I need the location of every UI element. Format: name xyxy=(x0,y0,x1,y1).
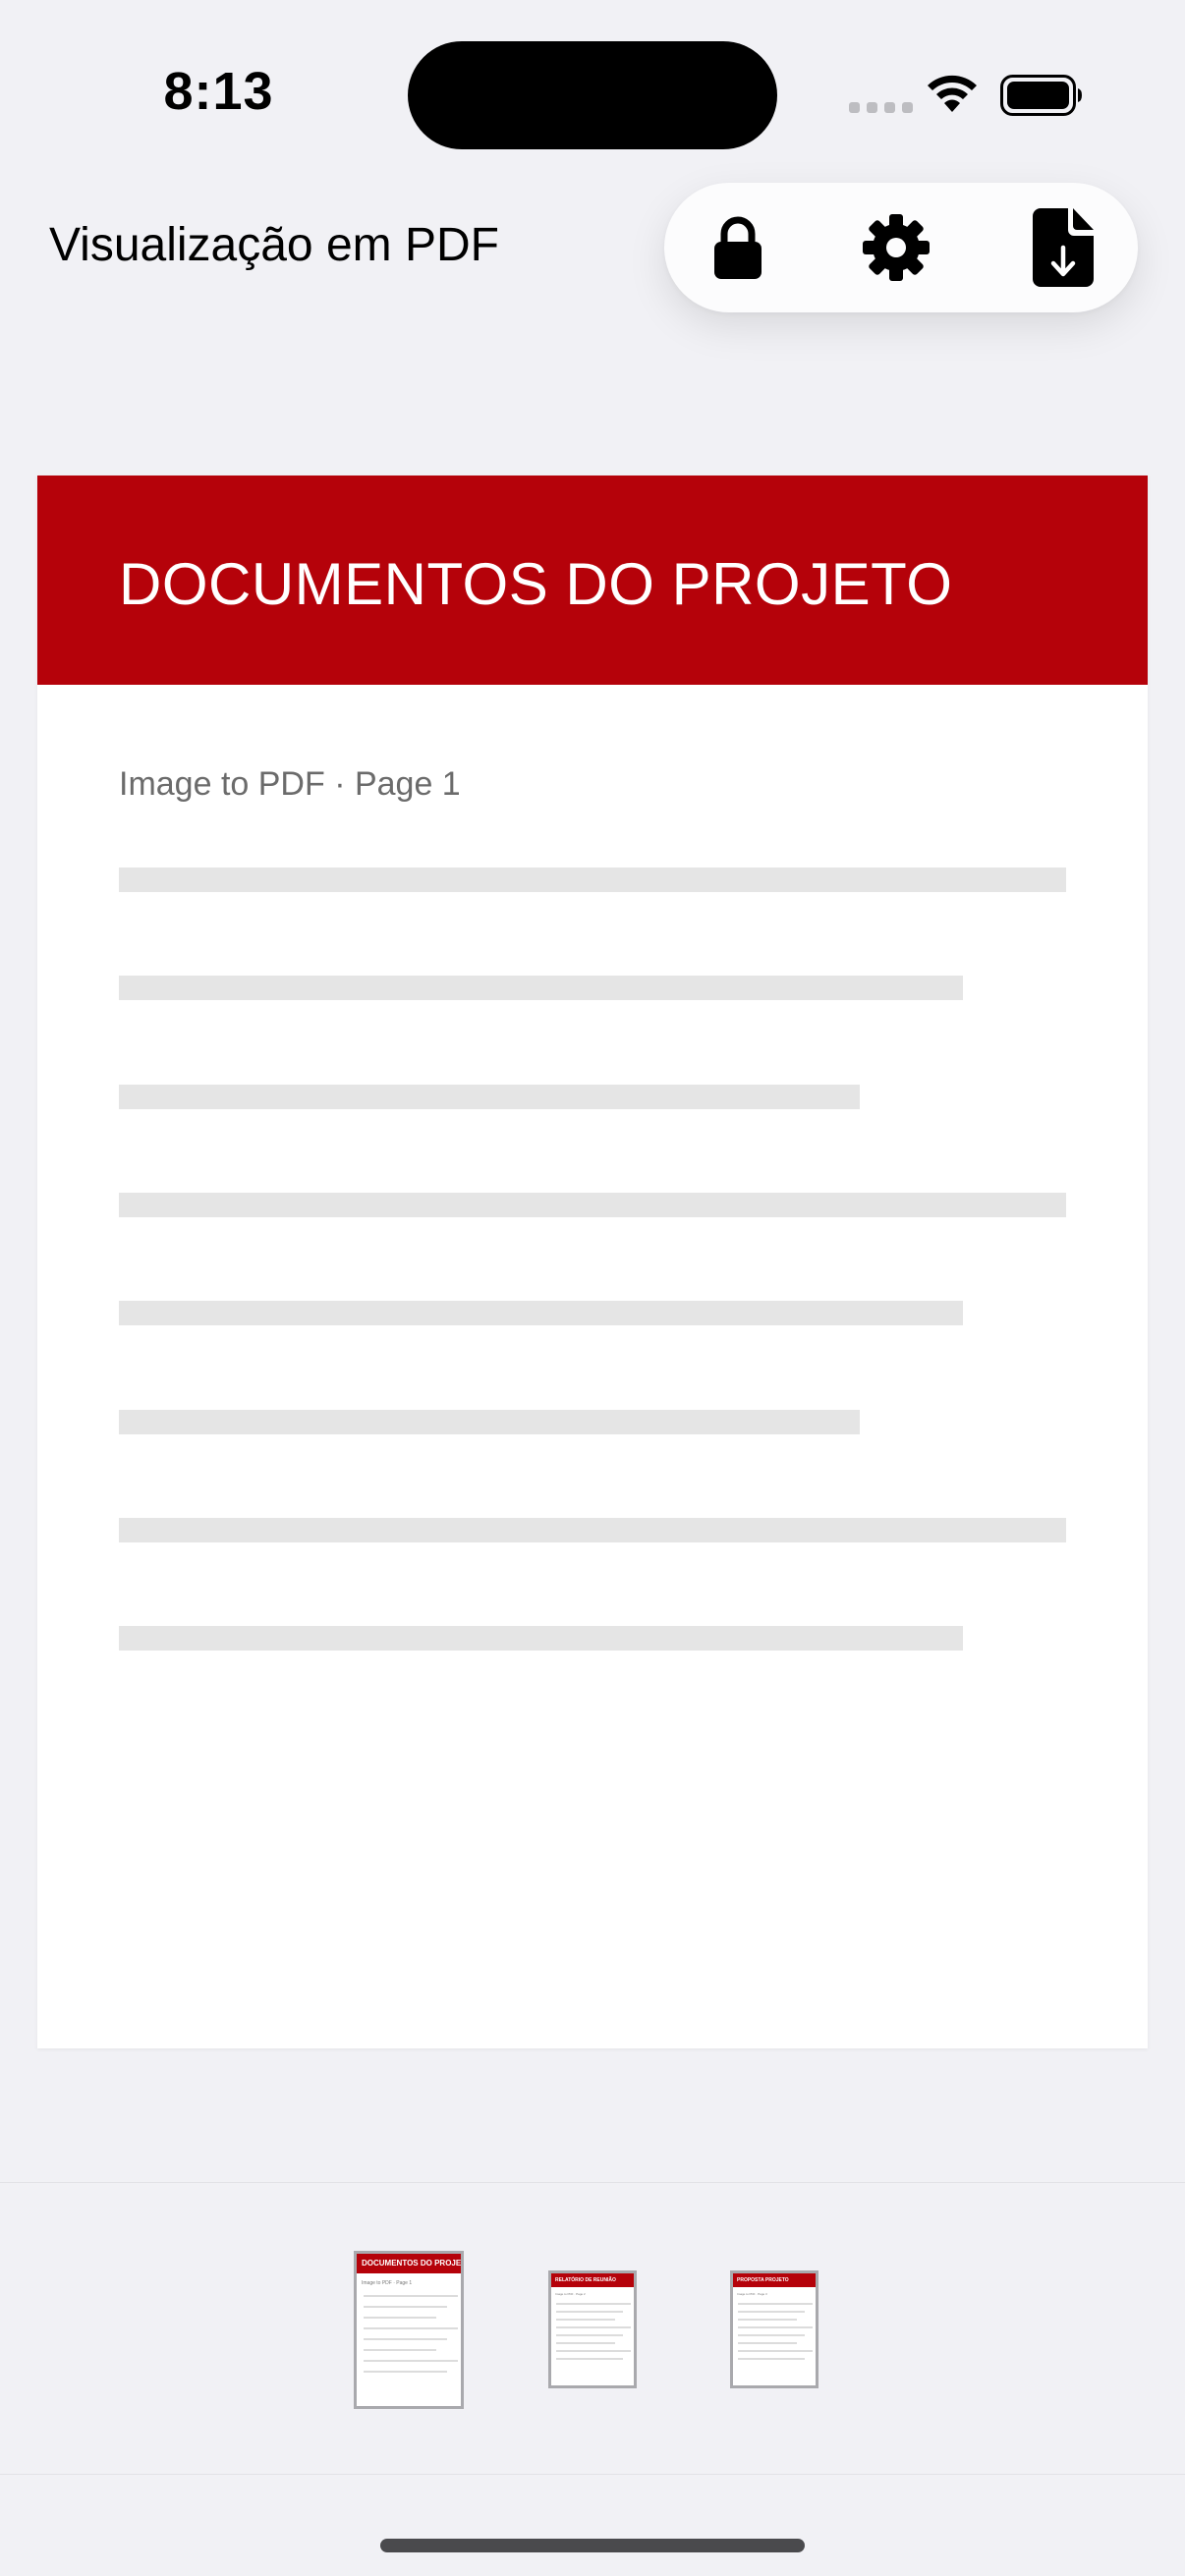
thumbnail-title: PROPOSTA PROJETO xyxy=(733,2273,816,2287)
thumbnail-text-line xyxy=(556,2311,623,2313)
thumbnail-text-line xyxy=(556,2303,631,2305)
thumbnail-title: RELATÓRIO DE REUNIÃO xyxy=(551,2273,634,2287)
document-download-icon xyxy=(1033,208,1094,287)
placeholder-text-line xyxy=(119,1518,1066,1542)
gear-icon xyxy=(863,214,930,281)
home-indicator[interactable] xyxy=(380,2539,805,2552)
thumbnail-subtitle: Image to PDF · Page 2 xyxy=(555,2292,586,2296)
thumbnail-text-line xyxy=(556,2334,623,2336)
thumbnail-text-line xyxy=(738,2334,805,2336)
status-time: 8:13 xyxy=(163,62,274,121)
pdf-title: DOCUMENTOS DO PROJETO xyxy=(119,551,953,617)
thumbnail-title: DOCUMENTOS DO PROJETO xyxy=(357,2254,461,2273)
placeholder-text-line xyxy=(119,1626,963,1651)
lock-icon xyxy=(714,216,762,279)
thumbnail-text-line xyxy=(556,2350,631,2352)
thumbnail-text-line xyxy=(556,2326,631,2328)
pdf-subtitle: Image to PDF · Page 1 xyxy=(119,765,461,803)
thumbnail-text-line xyxy=(738,2319,797,2321)
placeholder-text-line xyxy=(119,1193,1066,1217)
placeholder-text-line xyxy=(119,1301,963,1325)
thumbnail-text-line xyxy=(738,2303,813,2305)
pdf-page-preview[interactable]: DOCUMENTOS DO PROJETO Image to PDF · Pag… xyxy=(37,476,1148,2048)
placeholder-text-line xyxy=(119,1085,860,1109)
thumbnail-text-line xyxy=(364,2349,436,2351)
thumbnail-text-line xyxy=(738,2358,805,2360)
thumbnail-text-line xyxy=(364,2306,447,2308)
thumbnail-text-line xyxy=(364,2317,436,2319)
battery-icon xyxy=(1000,75,1082,116)
thumbnail-text-line xyxy=(364,2327,458,2329)
thumbnail-subtitle: Image to PDF · Page 3 xyxy=(737,2292,767,2296)
page-thumbnail-3[interactable]: PROPOSTA PROJETO Image to PDF · Page 3 xyxy=(730,2270,818,2388)
placeholder-text-line xyxy=(119,1410,860,1434)
wifi-icon xyxy=(928,75,977,112)
thumbnail-text-line xyxy=(556,2358,623,2360)
cellular-signal-icon xyxy=(849,102,913,113)
placeholder-text-line xyxy=(119,868,1066,892)
toolbar xyxy=(664,183,1138,312)
pdf-header-band: DOCUMENTOS DO PROJETO xyxy=(37,476,1148,685)
page-title: Visualização em PDF xyxy=(49,219,499,271)
thumbnail-text-line xyxy=(364,2338,447,2340)
lock-button[interactable] xyxy=(694,183,782,312)
thumbnail-subtitle: Image to PDF · Page 1 xyxy=(362,2280,413,2286)
screen: 8:13 Visualização em PDF DOCUMENTOS DO P… xyxy=(0,0,1185,2576)
thumbnail-text-line xyxy=(556,2319,615,2321)
thumbnail-text-line xyxy=(364,2295,458,2297)
export-pdf-button[interactable] xyxy=(1016,183,1110,312)
thumbnail-text-line xyxy=(738,2326,813,2328)
dynamic-island xyxy=(408,41,777,149)
page-thumbnails: DOCUMENTOS DO PROJETO Image to PDF · Pag… xyxy=(0,2182,1185,2475)
thumbnail-text-line xyxy=(556,2342,615,2344)
page-thumbnail-1[interactable]: DOCUMENTOS DO PROJETO Image to PDF · Pag… xyxy=(354,2251,464,2409)
thumbnail-text-line xyxy=(738,2342,797,2344)
page-thumbnail-2[interactable]: RELATÓRIO DE REUNIÃO Image to PDF · Page… xyxy=(548,2270,637,2388)
thumbnail-text-line xyxy=(364,2371,447,2373)
placeholder-text-line xyxy=(119,976,963,1000)
thumbnail-text-line xyxy=(738,2311,805,2313)
thumbnail-text-line xyxy=(364,2360,458,2362)
settings-button[interactable] xyxy=(847,183,945,312)
thumbnail-text-line xyxy=(738,2350,813,2352)
